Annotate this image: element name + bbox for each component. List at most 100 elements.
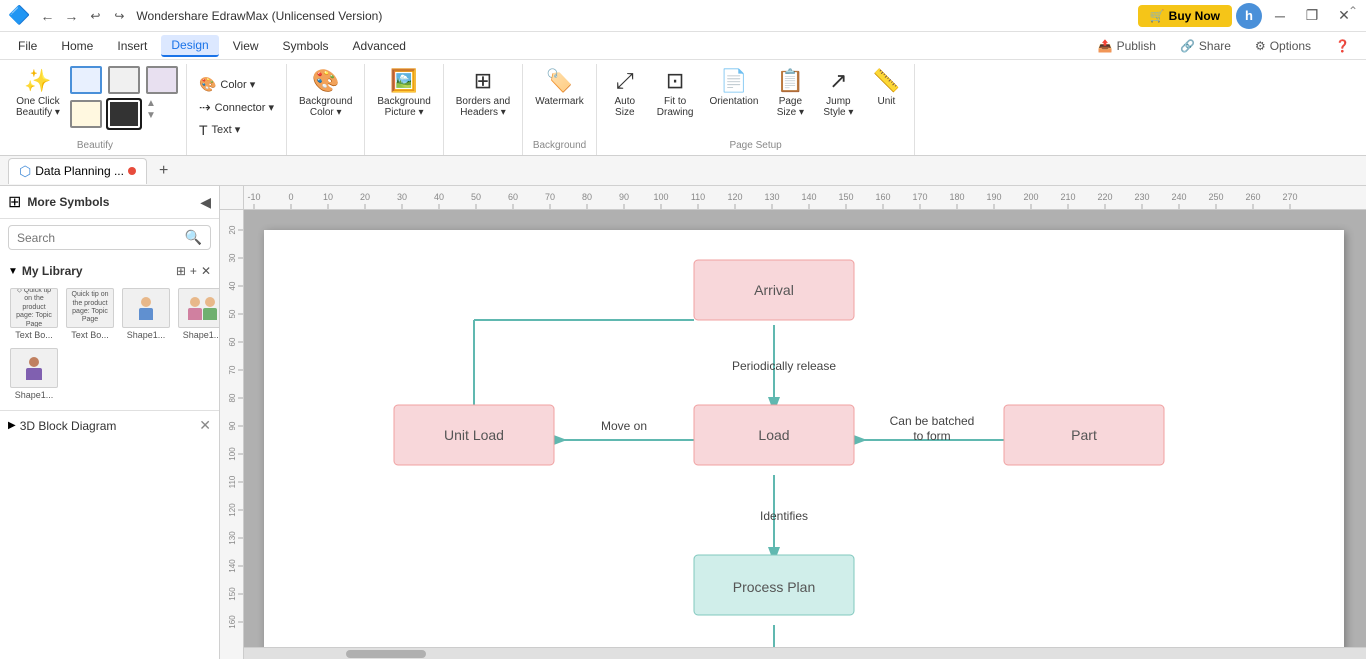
orientation-button[interactable]: 📄 Orientation (703, 64, 764, 111)
svg-text:140: 140 (228, 559, 237, 573)
svg-text:270: 270 (1282, 192, 1297, 202)
sidebar: ⊞ More Symbols ◀ 🔍 ▼ My Library ⊞ + ✕ (0, 186, 220, 659)
svg-text:220: 220 (1097, 192, 1112, 202)
text-button[interactable]: T Text ▾ (193, 120, 273, 140)
background-picture-button[interactable]: 🖼️ Background Picture ▾ (371, 64, 436, 122)
connector-button[interactable]: ⇢ Connector ▾ (193, 97, 280, 118)
thumb-shape-3 (10, 348, 58, 388)
background-color-button[interactable]: 🎨 Background Color ▾ (293, 64, 358, 122)
style-buttons: ▲ ▼ (68, 64, 180, 130)
style2-button[interactable] (106, 64, 142, 96)
svg-text:70: 70 (545, 192, 555, 202)
svg-text:200: 200 (1023, 192, 1038, 202)
search-icon: 🔍 (185, 229, 202, 246)
back-button[interactable]: ← (36, 5, 58, 27)
ribbon-expand-btn[interactable]: ⌃ (1348, 4, 1358, 18)
one-click-beautify-button[interactable]: ✨ One Click Beautify ▾ (10, 64, 66, 122)
svg-text:Unit Load: Unit Load (444, 427, 504, 443)
svg-text:180: 180 (949, 192, 964, 202)
style5-button[interactable] (106, 98, 142, 130)
buy-now-button[interactable]: 🛒 Buy Now (1138, 5, 1232, 27)
minimize-button[interactable]: ─ (1266, 6, 1294, 26)
sidebar-header: ⊞ More Symbols ◀ (0, 186, 219, 219)
tab-unsaved-indicator (128, 167, 136, 175)
watermark-button[interactable]: 🏷️ Watermark (529, 64, 590, 111)
color-button[interactable]: 🎨 Color ▾ (193, 74, 273, 95)
tab-bar: ⬡ Data Planning ... + (0, 156, 1366, 186)
list-item[interactable]: Quick tip on the product page: Topic Pag… (64, 286, 116, 342)
menu-symbols[interactable]: Symbols (273, 36, 339, 56)
expand-up-icon[interactable]: ▲ (146, 98, 156, 110)
page-size-button[interactable]: 📋 Page Size ▾ (768, 64, 812, 122)
jump-style-icon: ↗ (829, 68, 847, 94)
watermark-icon: 🏷️ (546, 68, 573, 94)
jump-style-button[interactable]: ↗ Jump Style ▾ (816, 64, 860, 122)
block-diagram-close-button[interactable]: ✕ (199, 417, 211, 434)
forward-button[interactable]: → (60, 5, 82, 27)
menu-file[interactable]: File (8, 36, 47, 56)
library-grid-button[interactable]: ⊞ (176, 264, 186, 278)
ruler-corner (220, 186, 244, 210)
menu-insert[interactable]: Insert (107, 36, 157, 56)
svg-text:140: 140 (801, 192, 816, 202)
menu-bar-right: 📤 Publish 🔗 Share ⚙ Options ❓ (1090, 36, 1358, 56)
svg-text:160: 160 (875, 192, 890, 202)
list-item[interactable]: ⬦ Quick tip on the product page: Topic P… (8, 286, 60, 342)
active-tab[interactable]: ⬡ Data Planning ... (8, 158, 147, 184)
ribbon-bg-color-content: 🎨 Background Color ▾ (293, 64, 358, 149)
avatar[interactable]: h (1236, 3, 1262, 29)
svg-text:60: 60 (228, 337, 237, 346)
style-row-2: ▲ ▼ (68, 98, 180, 130)
menu-advanced[interactable]: Advanced (343, 36, 416, 56)
auto-size-button[interactable]: ⤢ Auto Size (603, 64, 647, 122)
unit-button[interactable]: 📏 Unit (864, 64, 908, 111)
svg-text:120: 120 (727, 192, 742, 202)
canvas-area: -100102030405060708090100110120130140150… (220, 186, 1366, 659)
undo-button[interactable]: ↩ (84, 5, 106, 27)
style1-button[interactable] (68, 64, 104, 96)
ribbon-beautify-content: ✨ One Click Beautify ▾ (10, 64, 180, 138)
unit-icon: 📏 (873, 68, 900, 94)
svg-text:100: 100 (228, 447, 237, 461)
menu-design[interactable]: Design (161, 35, 218, 57)
style4-button[interactable] (68, 98, 104, 130)
search-input[interactable] (17, 231, 181, 245)
diagram-svg: Periodically release Move on Can be batc… (264, 230, 1344, 647)
canvas-content[interactable]: Periodically release Move on Can be batc… (244, 210, 1366, 647)
style3-button[interactable] (144, 64, 180, 96)
scrollbar-thumb[interactable] (346, 650, 426, 658)
style3-icon (146, 66, 178, 94)
svg-text:50: 50 (228, 309, 237, 318)
svg-text:Periodically release: Periodically release (732, 359, 836, 373)
menu-view[interactable]: View (223, 36, 269, 56)
svg-text:0: 0 (288, 192, 293, 202)
options-button[interactable]: ⚙ Options (1247, 36, 1319, 56)
svg-text:50: 50 (471, 192, 481, 202)
list-item[interactable]: Shape1... (120, 286, 172, 342)
style1-icon (70, 66, 102, 94)
restore-button[interactable]: ❐ (1298, 6, 1326, 26)
style5-icon (108, 100, 140, 128)
library-actions: ⊞ + ✕ (176, 264, 211, 278)
svg-text:80: 80 (582, 192, 592, 202)
publish-button[interactable]: 📤 Publish (1090, 36, 1164, 56)
sidebar-collapse-button[interactable]: ◀ (200, 194, 211, 211)
share-button[interactable]: 🔗 Share (1172, 36, 1239, 56)
expand-arrows: ▲ ▼ (146, 98, 156, 130)
add-tab-button[interactable]: + (151, 158, 176, 184)
fit-to-drawing-button[interactable]: ⊡ Fit to Drawing (651, 64, 700, 122)
horizontal-scrollbar[interactable] (244, 647, 1366, 659)
expand-down-icon[interactable]: ▼ (146, 110, 156, 122)
library-add-button[interactable]: + (190, 264, 197, 278)
svg-text:Move on: Move on (601, 419, 647, 433)
list-item[interactable]: Shape1... (176, 286, 220, 342)
block-diagram-section: ▶ 3D Block Diagram ✕ (0, 411, 219, 440)
redo-button[interactable]: ↪ (108, 5, 130, 27)
menu-home[interactable]: Home (51, 36, 103, 56)
help-button[interactable]: ❓ (1327, 36, 1358, 56)
svg-text:160: 160 (228, 615, 237, 629)
list-item[interactable]: Shape1... (8, 346, 60, 402)
library-close-button[interactable]: ✕ (201, 264, 211, 278)
title-bar: 🔷 ← → ↩ ↪ Wondershare EdrawMax (Unlicens… (0, 0, 1366, 32)
borders-headers-button[interactable]: ⊞ Borders and Headers ▾ (450, 64, 516, 122)
